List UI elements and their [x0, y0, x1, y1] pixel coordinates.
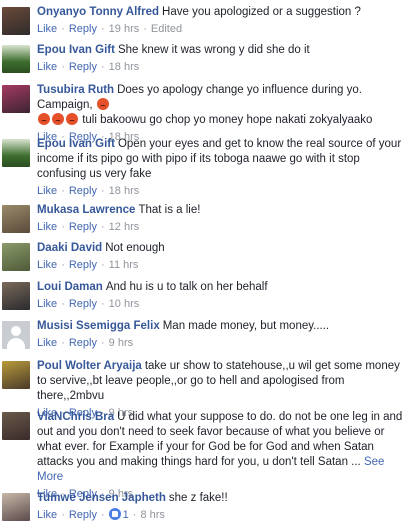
thumbs-up-icon	[108, 508, 121, 520]
avatar[interactable]	[2, 139, 30, 167]
comment-author[interactable]: Tusubira Ruth	[37, 84, 114, 96]
comment-author[interactable]: ViaNChris Bra	[37, 411, 114, 423]
comment-text: tuli bakoowu go chop yo money hope nakat…	[82, 114, 373, 126]
avatar[interactable]	[2, 321, 30, 349]
comment-time[interactable]: 11 hrs	[109, 259, 139, 271]
comment-author[interactable]: Poul Wolter Aryaija	[37, 360, 142, 372]
comment-author[interactable]: Loui Daman	[37, 281, 103, 293]
avatar[interactable]	[2, 85, 30, 113]
comment-time[interactable]: 12 hrs	[109, 221, 140, 233]
comment-text: Not enough	[105, 242, 165, 254]
comment-time[interactable]: 18 hrs	[109, 61, 140, 73]
comment-time[interactable]: 9 hrs	[109, 337, 133, 349]
avatar[interactable]	[2, 412, 30, 440]
comment-time[interactable]: 8 hrs	[140, 509, 164, 521]
angry-emoji-icon	[66, 113, 78, 125]
like-button[interactable]: Like	[37, 509, 57, 521]
comment-actions: Like · Reply · 19 hrs · Edited	[37, 23, 183, 35]
comment-text: Have you apologized or a suggestion ?	[162, 6, 361, 18]
comment-text: That is a lie!	[138, 204, 201, 216]
reply-button[interactable]: Reply	[69, 509, 97, 521]
angry-emoji-icon	[38, 113, 50, 125]
comment-actions: Like · Reply · 12 hrs	[37, 221, 140, 233]
like-button[interactable]: Like	[37, 61, 57, 73]
angry-emoji-icon	[96, 98, 109, 110]
comment-time[interactable]: 18 hrs	[109, 185, 140, 197]
avatar[interactable]	[2, 45, 30, 73]
like-button[interactable]: Like	[37, 23, 57, 35]
comment-text: She knew it was wrong y did she do it	[117, 44, 310, 56]
comment-actions: Like · Reply · 18 hrs	[37, 185, 140, 197]
comment-author[interactable]: Epou Ivan Gift	[37, 44, 115, 56]
avatar[interactable]	[2, 361, 30, 389]
comment-text: And hu is u to talk on her behalf	[105, 281, 268, 293]
edited-label[interactable]: Edited	[151, 23, 182, 35]
avatar[interactable]	[2, 7, 30, 35]
comment-actions: Like · Reply · 1 · 8 hrs	[37, 508, 165, 521]
comment-actions: Like · Reply · 9 hrs	[37, 337, 134, 349]
comment-author[interactable]: Mukasa Lawrence	[37, 204, 135, 216]
comment-author[interactable]: Tumwe Jensen Japheth	[37, 492, 166, 504]
comment-text: she z fake!!	[168, 492, 228, 504]
comment-time[interactable]: 19 hrs	[109, 23, 140, 35]
comment-actions: Like · Reply · 18 hrs	[37, 61, 140, 73]
reply-button[interactable]: Reply	[69, 337, 97, 349]
comment-actions: Like · Reply · 11 hrs	[37, 259, 139, 271]
comment-author[interactable]: Musisi Ssemigga Felix	[37, 320, 160, 332]
reply-button[interactable]: Reply	[69, 23, 97, 35]
comment-text: Man made money, but money.....	[162, 320, 330, 332]
avatar[interactable]	[2, 493, 30, 521]
reply-button[interactable]: Reply	[69, 259, 97, 271]
avatar[interactable]	[2, 243, 30, 271]
comment-author[interactable]: Daaki David	[37, 242, 102, 254]
reply-button[interactable]: Reply	[69, 298, 97, 310]
like-button[interactable]: Like	[37, 259, 57, 271]
like-button[interactable]: Like	[37, 221, 57, 233]
like-count[interactable]: 1	[123, 509, 129, 521]
avatar[interactable]	[2, 282, 30, 310]
comment-actions: Like · Reply · 10 hrs	[37, 298, 140, 310]
reply-button[interactable]: Reply	[69, 185, 97, 197]
like-button[interactable]: Like	[37, 337, 57, 349]
like-button[interactable]: Like	[37, 298, 57, 310]
comment-author[interactable]: Onyanyo Tonny Alfred	[37, 6, 159, 18]
avatar[interactable]	[2, 205, 30, 233]
like-button[interactable]: Like	[37, 185, 57, 197]
reply-button[interactable]: Reply	[69, 221, 97, 233]
comment-time[interactable]: 10 hrs	[109, 298, 140, 310]
reply-button[interactable]: Reply	[69, 61, 97, 73]
comment-author[interactable]: Epou Ivan Gift	[37, 138, 115, 150]
angry-emoji-icon	[52, 113, 64, 125]
